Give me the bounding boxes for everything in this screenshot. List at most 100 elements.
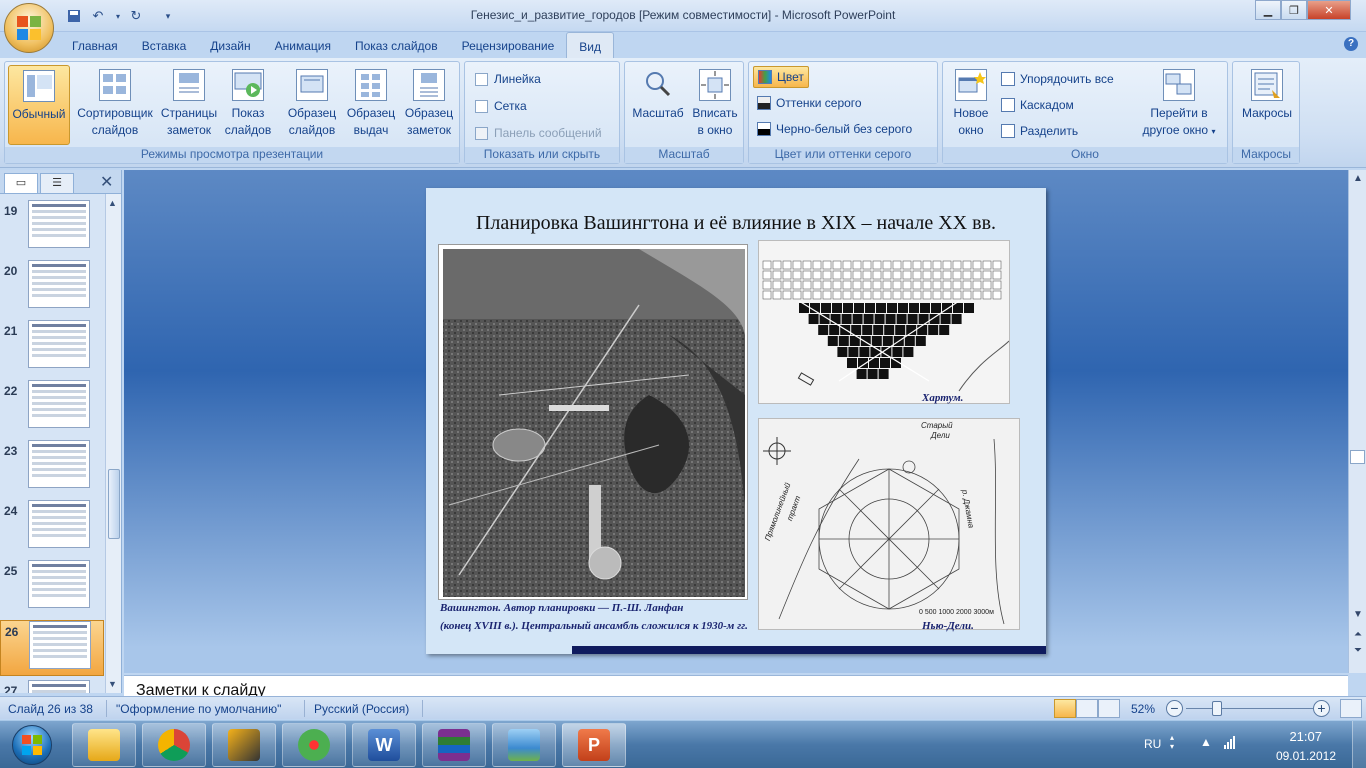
slide-show-icon[interactable] (1098, 699, 1120, 718)
winamp-taskbar-button[interactable] (212, 723, 276, 767)
message-bar-checkbox[interactable]: Панель сообщений (475, 126, 602, 140)
washington-aerial-photo[interactable] (438, 244, 748, 600)
icq-taskbar-button[interactable] (282, 723, 346, 767)
minimize-button[interactable]: ▁ (1255, 0, 1281, 20)
new-window-button[interactable]: Новое окно (946, 65, 996, 145)
clock-date[interactable]: 09.01.2012 (1276, 749, 1336, 763)
slide-show-button[interactable]: Показ слайдов (220, 65, 276, 145)
tab-review[interactable]: Рецензирование (450, 32, 567, 58)
show-hidden-icon[interactable]: ▲ (1200, 735, 1212, 749)
cascade-button[interactable]: Каскадом (997, 94, 1078, 116)
grayscale-button[interactable]: Оттенки серого (753, 92, 866, 114)
switch-windows-button[interactable]: Перейти в другое окно ▾ (1133, 65, 1225, 145)
scroll-thumb[interactable] (108, 469, 120, 539)
color-button[interactable]: Цвет (753, 66, 809, 88)
split-button[interactable]: Разделить (997, 120, 1082, 142)
khartoum-map[interactable] (758, 240, 1010, 404)
office-button[interactable] (4, 3, 54, 53)
slides-pane: ▭ ☰ ✕ 19 20 21 22 23 24 25 26 27 ▲ ▼ (0, 170, 122, 693)
main-scrollbar[interactable]: ▲ ▼ ⏶ ⏷ (1348, 170, 1366, 673)
notes-page-button[interactable]: Страницы заметок (158, 65, 220, 145)
scroll-up-icon[interactable]: ▲ (1351, 172, 1365, 186)
slide-number: 24 (4, 504, 18, 518)
normal-view-button[interactable]: Обычный (8, 65, 70, 145)
tab-view[interactable]: Вид (566, 32, 614, 58)
chrome-taskbar-button[interactable] (142, 723, 206, 767)
theme-name[interactable]: "Оформление по умолчанию" (116, 702, 281, 716)
grayscale-icon (757, 96, 771, 110)
grid-checkbox[interactable]: Сетка (475, 99, 527, 113)
slide-number: 26 (5, 625, 19, 639)
tab-insert[interactable]: Вставка (130, 32, 199, 58)
photo-viewer-taskbar-button[interactable] (492, 723, 556, 767)
powerpoint-taskbar-button[interactable]: P (562, 723, 626, 767)
slide-thumbnail-image (28, 560, 90, 608)
explorer-taskbar-button[interactable] (72, 723, 136, 767)
normal-view-icon[interactable] (1054, 699, 1076, 718)
ruler-checkbox[interactable]: Линейка (475, 72, 541, 86)
zoom-out-icon[interactable]: − (1166, 700, 1183, 717)
tab-animation[interactable]: Анимация (263, 32, 343, 58)
tab-slideshow[interactable]: Показ слайдов (343, 32, 450, 58)
slide-thumbnail[interactable]: 23 (0, 440, 104, 496)
close-pane-icon[interactable]: ✕ (100, 172, 113, 192)
language-indicator[interactable]: RU (1144, 737, 1161, 751)
clock-time[interactable]: 21:07 (1289, 729, 1322, 744)
scroll-thumb[interactable] (1350, 450, 1365, 464)
word-taskbar-button[interactable]: W (352, 723, 416, 767)
group-presentation-views: Обычный Сортировщик слайдов Страницы зам… (4, 61, 460, 164)
next-slide-icon[interactable]: ⏷ (1351, 644, 1365, 658)
scroll-down-icon[interactable]: ▼ (1351, 608, 1365, 622)
start-button[interactable] (6, 723, 58, 767)
zoom-slider-thumb[interactable] (1212, 701, 1222, 716)
slide-thumbnail[interactable]: 25 (0, 560, 104, 616)
slide-master-button[interactable]: Образец слайдов (282, 65, 342, 145)
slide-sorter-icon[interactable] (1076, 699, 1098, 718)
show-desktop-button[interactable] (1352, 721, 1366, 768)
slide-title[interactable]: Планировка Вашингтона и её влияние в XIX… (426, 212, 1046, 235)
slide-thumbnail[interactable]: 24 (0, 500, 104, 556)
close-button[interactable]: ✕ (1307, 0, 1351, 20)
slide-thumbnail-image (28, 500, 90, 548)
zoom-slider[interactable] (1186, 708, 1314, 709)
slide-thumbnail[interactable]: 20 (0, 260, 104, 316)
slide-thumbnail[interactable]: 26 (0, 620, 104, 676)
arrange-all-button[interactable]: Упорядочить все (997, 68, 1118, 90)
winrar-taskbar-button[interactable] (422, 723, 486, 767)
tab-design[interactable]: Дизайн (198, 32, 262, 58)
black-white-button[interactable]: Черно-белый без серого (753, 118, 916, 140)
zoom-level[interactable]: 52% (1131, 702, 1155, 716)
tray-updown-icon[interactable]: ▴ ▾ (1170, 733, 1174, 751)
macros-button[interactable]: Макросы (1236, 65, 1298, 145)
slide-thumbnail[interactable]: 22 (0, 380, 104, 436)
prev-slide-icon[interactable]: ⏶ (1351, 628, 1365, 642)
help-icon[interactable]: ? (1344, 37, 1358, 51)
tab-slides[interactable]: ▭ (4, 173, 38, 193)
slide-thumbnail[interactable]: 21 (0, 320, 104, 376)
slide-sorter-button[interactable]: Сортировщик слайдов (72, 65, 158, 145)
restore-button[interactable]: ❐ (1281, 0, 1307, 20)
zoom-in-icon[interactable]: + (1313, 700, 1330, 717)
language-indicator[interactable]: Русский (Россия) (314, 702, 409, 716)
tab-outline[interactable]: ☰ (40, 173, 74, 193)
slide-number: 25 (4, 564, 18, 578)
notes-master-button[interactable]: Образец заметок (400, 65, 458, 145)
slides-pane-scrollbar[interactable]: ▲ ▼ (105, 194, 121, 693)
notes-pane[interactable]: Заметки к слайду (124, 675, 1348, 696)
network-icon[interactable] (1224, 735, 1238, 749)
slide-thumbnail-image (29, 621, 91, 669)
handout-master-button[interactable]: Образец выдач (342, 65, 400, 145)
map-label-old: Старый (921, 421, 953, 430)
group-label: Масштаб (625, 147, 743, 163)
slide-canvas[interactable]: Планировка Вашингтона и её влияние в XIX… (426, 188, 1046, 654)
zoom-button[interactable]: Масштаб (628, 65, 688, 145)
slide-thumbnail[interactable]: 27 (0, 680, 104, 693)
color-icon (758, 70, 772, 84)
tab-home[interactable]: Главная (60, 32, 130, 58)
new-delhi-map[interactable]: Старый Дели р. Джамна Прямолинейный трак… (758, 418, 1020, 630)
fit-slide-icon[interactable] (1340, 699, 1362, 718)
slide-thumbnail-image (28, 260, 90, 308)
fit-to-window-button[interactable]: Вписать в окно (688, 65, 742, 145)
slide-thumbnail[interactable]: 19 (0, 200, 104, 256)
slide-number: 21 (4, 324, 18, 338)
